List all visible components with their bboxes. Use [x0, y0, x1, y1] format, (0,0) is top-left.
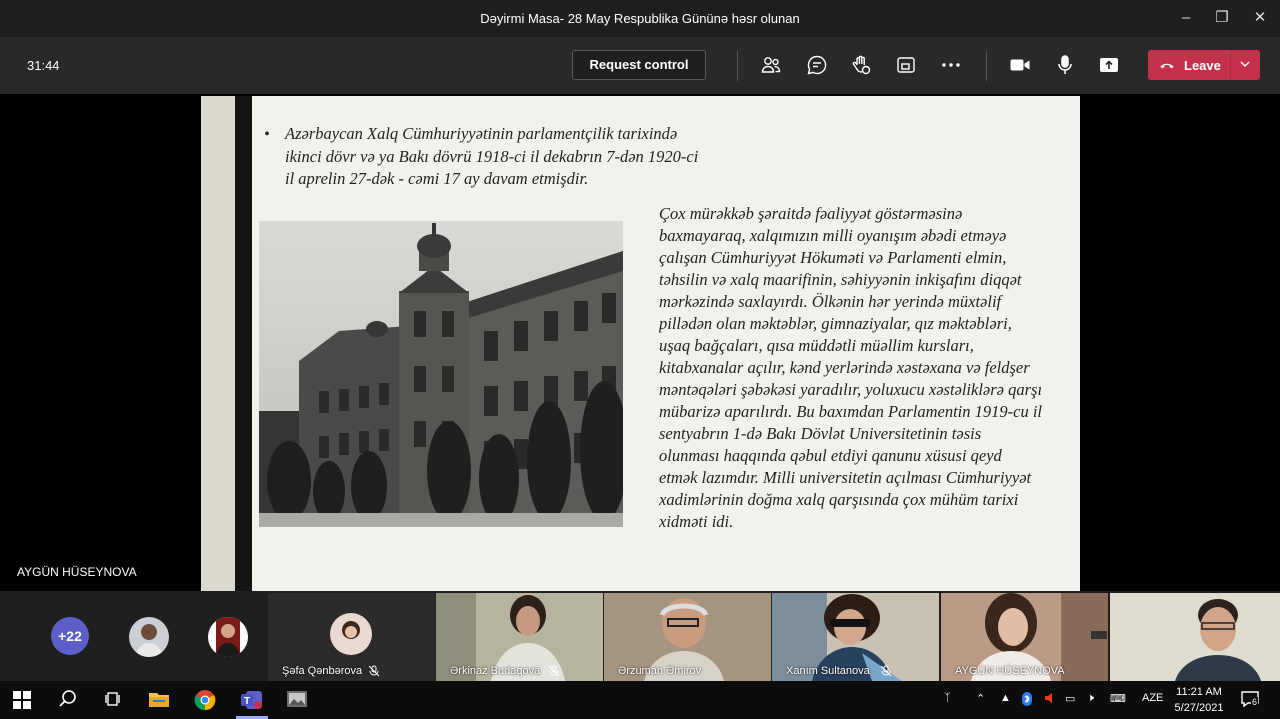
university-building-photo — [259, 221, 623, 527]
file-explorer-icon[interactable] — [148, 689, 172, 711]
people-tray-icon[interactable]: ᛉ — [944, 692, 951, 704]
avatar[interactable] — [129, 617, 169, 657]
network-icon[interactable]: ▲ — [1000, 692, 1011, 704]
raise-hand-icon[interactable] — [849, 53, 873, 77]
participant-name: Ərkinaz Budaqova — [450, 665, 541, 677]
close-icon[interactable]: ✕ — [1246, 6, 1274, 30]
minimize-icon[interactable]: – — [1172, 6, 1200, 30]
clock-time: 11:21 AM — [1176, 686, 1222, 698]
avatar[interactable] — [208, 617, 248, 657]
warning-icon[interactable] — [1043, 692, 1055, 707]
camera-icon[interactable] — [1008, 53, 1032, 77]
participant-tile[interactable]: Xanım Sultanova — [772, 593, 939, 681]
muted-mic-icon — [548, 665, 560, 677]
notifications-icon[interactable]: 6 — [1240, 690, 1264, 710]
muted-mic-icon — [368, 665, 380, 677]
leave-label: Leave — [1184, 58, 1221, 73]
more-icon[interactable] — [939, 53, 963, 77]
avatar — [330, 613, 372, 655]
share-screen-icon[interactable] — [1097, 53, 1121, 77]
bluetooth-icon[interactable] — [1022, 692, 1032, 709]
windows-start-icon[interactable] — [12, 689, 36, 711]
toolbar-divider — [986, 51, 987, 81]
language-indicator[interactable]: AZE — [1142, 692, 1163, 704]
chevron-up-icon[interactable]: ⌃ — [976, 692, 985, 705]
participant-name: AYGÜN HÜSEYNOVA — [955, 665, 1065, 677]
shared-slide: • Azərbaycan Xalq Cümhuriyyətinin parlam… — [201, 96, 1080, 591]
participant-tile[interactable]: Ərkinaz Budaqova — [436, 593, 603, 681]
participant-name: Ərzuman Əmirov — [618, 665, 702, 677]
svg-text:T: T — [244, 696, 250, 707]
slide-thumbnail-edge — [201, 96, 252, 591]
volume-icon[interactable]: 🕨 — [1087, 692, 1094, 705]
participant-name: Xanım Sultanova — [786, 665, 870, 677]
slide-body-text: Çox mürəkkəb şəraitdə fəaliyyət göstərmə… — [659, 204, 1043, 531]
participant-tile[interactable]: Şəfa Qənbərova — [268, 593, 435, 681]
window-title: Dəyirmi Masa- 28 May Respublika Gününə h… — [480, 11, 800, 26]
windows-taskbar: T ᛉ ⌃ ▲ ▭ 🕨 ⌨ AZE 11:21 AM 5/27/2021 6 — [0, 681, 1280, 719]
search-icon[interactable] — [58, 689, 82, 711]
battery-icon[interactable]: ▭ — [1065, 692, 1075, 705]
keyboard-icon[interactable]: ⌨ — [1110, 692, 1126, 705]
leave-button[interactable]: Leave — [1148, 50, 1260, 80]
maximize-icon[interactable]: ❐ — [1208, 6, 1236, 30]
toolbar-divider — [737, 51, 738, 81]
slide-canvas: • Azərbaycan Xalq Cümhuriyyətinin parlam… — [252, 96, 1080, 591]
share-tray-icon[interactable] — [894, 53, 918, 77]
chevron-down-icon[interactable] — [1238, 57, 1252, 71]
window-title-bar: Dəyirmi Masa- 28 May Respublika Gününə h… — [0, 0, 1280, 37]
chrome-icon[interactable] — [194, 689, 218, 711]
meeting-timer: 31:44 — [27, 58, 60, 73]
notification-count: 6 — [1251, 697, 1259, 707]
participant-tile[interactable]: AYGÜN HÜSEYNOVA — [941, 593, 1108, 681]
participant-tile[interactable] — [1110, 593, 1280, 681]
presenter-name-label: AYGÜN HÜSEYNOVA — [17, 565, 137, 579]
bullet-marker: • — [264, 126, 270, 143]
mic-icon[interactable] — [1053, 53, 1077, 77]
people-icon[interactable] — [759, 53, 783, 77]
overflow-participants-button[interactable]: +22 — [51, 617, 89, 655]
participant-tile[interactable]: Ərzuman Əmirov — [604, 593, 771, 681]
teams-icon[interactable]: T — [240, 689, 264, 711]
task-view-icon[interactable] — [104, 689, 128, 711]
shared-content-stage: • Azərbaycan Xalq Cümhuriyyətinin parlam… — [0, 94, 1280, 591]
taskbar-clock[interactable]: 11:21 AM 5/27/2021 — [1173, 684, 1225, 716]
chat-icon[interactable] — [805, 53, 829, 77]
meeting-toolbar: 31:44 Request control Leave — [0, 37, 1280, 94]
clock-date: 5/27/2021 — [1174, 702, 1224, 714]
participant-name: Şəfa Qənbərova — [282, 665, 363, 677]
participant-video — [1110, 593, 1280, 681]
participant-strip: +22 Şəfa Qənbərova Ərkinaz Budaqova Ərzu… — [0, 591, 1280, 681]
muted-mic-icon — [880, 665, 892, 677]
hang-up-icon — [1160, 63, 1174, 69]
request-control-button[interactable]: Request control — [572, 50, 706, 80]
slide-bullet-text: Azərbaycan Xalq Cümhuriyyətinin parlamen… — [285, 124, 699, 188]
image-viewer-icon[interactable] — [286, 689, 310, 711]
